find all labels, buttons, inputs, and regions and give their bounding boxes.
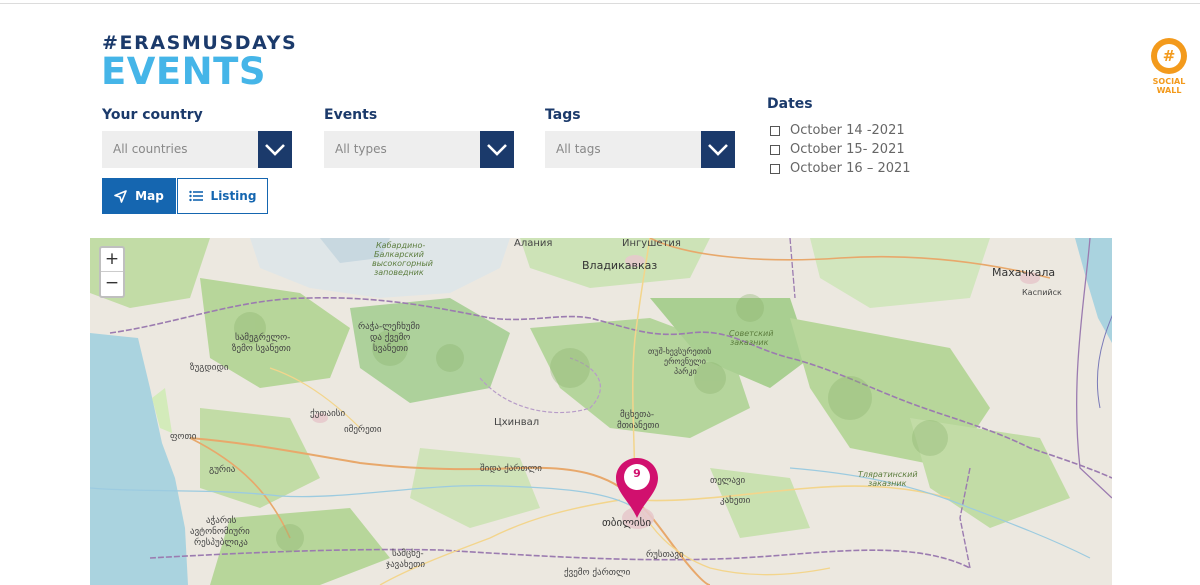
events-filter-label: Events bbox=[324, 107, 378, 123]
map-label-tlyaratinsky-2: заказник bbox=[868, 479, 907, 488]
date-option-label: October 14 -2021 bbox=[790, 123, 905, 138]
date-checkbox[interactable] bbox=[770, 163, 780, 174]
map-label-vladikavkaz: Владикавказ bbox=[582, 259, 658, 272]
tags-select-value: All tags bbox=[556, 142, 601, 156]
events-map[interactable]: Алания Ингушетия Владикавказ Махачкала К… bbox=[90, 238, 1112, 585]
listing-view-button[interactable]: Listing bbox=[177, 178, 268, 214]
social-wall-glyph: # bbox=[1157, 44, 1181, 68]
date-option[interactable]: October 16 – 2021 bbox=[770, 161, 911, 176]
country-select[interactable]: All countries bbox=[102, 131, 292, 168]
map-label-kutaisi: ქუთაისი bbox=[310, 409, 346, 419]
tags-dropdown-button[interactable] bbox=[701, 131, 735, 168]
map-label-samtskhe-1: სამცხე- bbox=[392, 549, 424, 559]
map-label-kaspiysk: Каспийск bbox=[1022, 288, 1062, 297]
chevron-down-icon bbox=[265, 143, 285, 156]
map-label-tusheti-3: პარკი bbox=[674, 367, 697, 376]
country-select-value: All countries bbox=[113, 142, 188, 156]
map-label-samegrelo-1: სამეგრელო- bbox=[235, 333, 291, 343]
map-label-guria: გურია bbox=[209, 465, 236, 475]
map-zoom-control: + − bbox=[99, 246, 125, 298]
date-option-label: October 15- 2021 bbox=[790, 142, 905, 157]
map-label-sovetsky-2: заказник bbox=[730, 338, 769, 347]
date-checkbox[interactable] bbox=[770, 144, 780, 155]
map-label-shida-kartli: შიდა ქართლი bbox=[480, 464, 542, 474]
map-label-telavi: თელავი bbox=[710, 476, 746, 486]
map-label-poti: ფოთი bbox=[170, 432, 197, 442]
map-label-samtskhe-2: ჯავახეთი bbox=[386, 560, 425, 570]
map-label-kakheti: კახეთი bbox=[720, 496, 751, 506]
map-label-makhachkala: Махачкала bbox=[992, 266, 1056, 279]
events-select[interactable]: All types bbox=[324, 131, 514, 168]
chevron-down-icon bbox=[487, 143, 507, 156]
map-label-zugdidi: ზუგდიდი bbox=[190, 363, 229, 373]
map-label-imereti: იმერეთი bbox=[344, 425, 382, 435]
events-dropdown-button[interactable] bbox=[480, 131, 514, 168]
zoom-out-button[interactable]: − bbox=[101, 272, 123, 296]
map-label-ajara-3: რესპუბლიკა bbox=[194, 538, 248, 548]
map-label-mtskheta-1: მცხეთა- bbox=[620, 410, 655, 420]
map-label-racha-2: და ქვემო bbox=[370, 333, 411, 343]
map-pin-icon bbox=[616, 458, 658, 518]
listing-view-label: Listing bbox=[210, 189, 257, 203]
social-wall-label-2: WALL bbox=[1156, 86, 1182, 95]
map-label-tskhinval: Цхинвал bbox=[494, 417, 540, 428]
page-title: EVENTS bbox=[101, 50, 267, 93]
map-view-button[interactable]: Map bbox=[102, 178, 176, 214]
list-icon bbox=[188, 190, 203, 202]
date-option[interactable]: October 14 -2021 bbox=[770, 123, 905, 138]
tags-filter-label: Tags bbox=[545, 107, 581, 123]
social-wall-label-1: SOCIAL bbox=[1152, 77, 1186, 86]
map-label-kabardino-4: заповедник bbox=[374, 268, 424, 277]
zoom-in-button[interactable]: + bbox=[101, 248, 123, 272]
map-label-kvemo-kartli: ქვემო ქართლი bbox=[564, 568, 631, 578]
map-label-samegrelo-2: ზემო სვანეთი bbox=[232, 344, 291, 354]
event-cluster-marker[interactable]: 9 bbox=[614, 456, 660, 520]
map-label-ajara-2: ავტონომიური bbox=[190, 527, 250, 537]
top-divider bbox=[0, 3, 1200, 4]
chevron-down-icon bbox=[708, 143, 728, 156]
date-option[interactable]: October 15- 2021 bbox=[770, 142, 905, 157]
map-label-ajara-1: აჭარის bbox=[206, 516, 237, 526]
map-label-ingushetia: Ингушетия bbox=[622, 238, 681, 249]
dates-filter-label: Dates bbox=[767, 96, 813, 112]
navigation-arrow-icon bbox=[114, 189, 127, 203]
hashtag-icon: # bbox=[1151, 38, 1187, 74]
map-label-racha-3: სვანეთი bbox=[373, 344, 409, 354]
map-label-racha-1: რაჭა-ლეჩხუმი bbox=[358, 322, 420, 332]
country-dropdown-button[interactable] bbox=[258, 131, 292, 168]
date-checkbox[interactable] bbox=[770, 125, 780, 136]
social-wall-button[interactable]: # SOCIAL WALL bbox=[1150, 38, 1188, 95]
map-label-rustavi: რუსთავი bbox=[646, 550, 684, 560]
map-view-label: Map bbox=[135, 189, 164, 203]
tags-select[interactable]: All tags bbox=[545, 131, 735, 168]
events-select-value: All types bbox=[335, 142, 387, 156]
cluster-count: 9 bbox=[633, 467, 641, 480]
date-option-label: October 16 – 2021 bbox=[790, 161, 911, 176]
map-label-mtskheta-2: მთიანეთი bbox=[617, 421, 660, 431]
country-filter-label: Your country bbox=[102, 107, 203, 123]
map-label-alania: Алания bbox=[514, 238, 553, 249]
